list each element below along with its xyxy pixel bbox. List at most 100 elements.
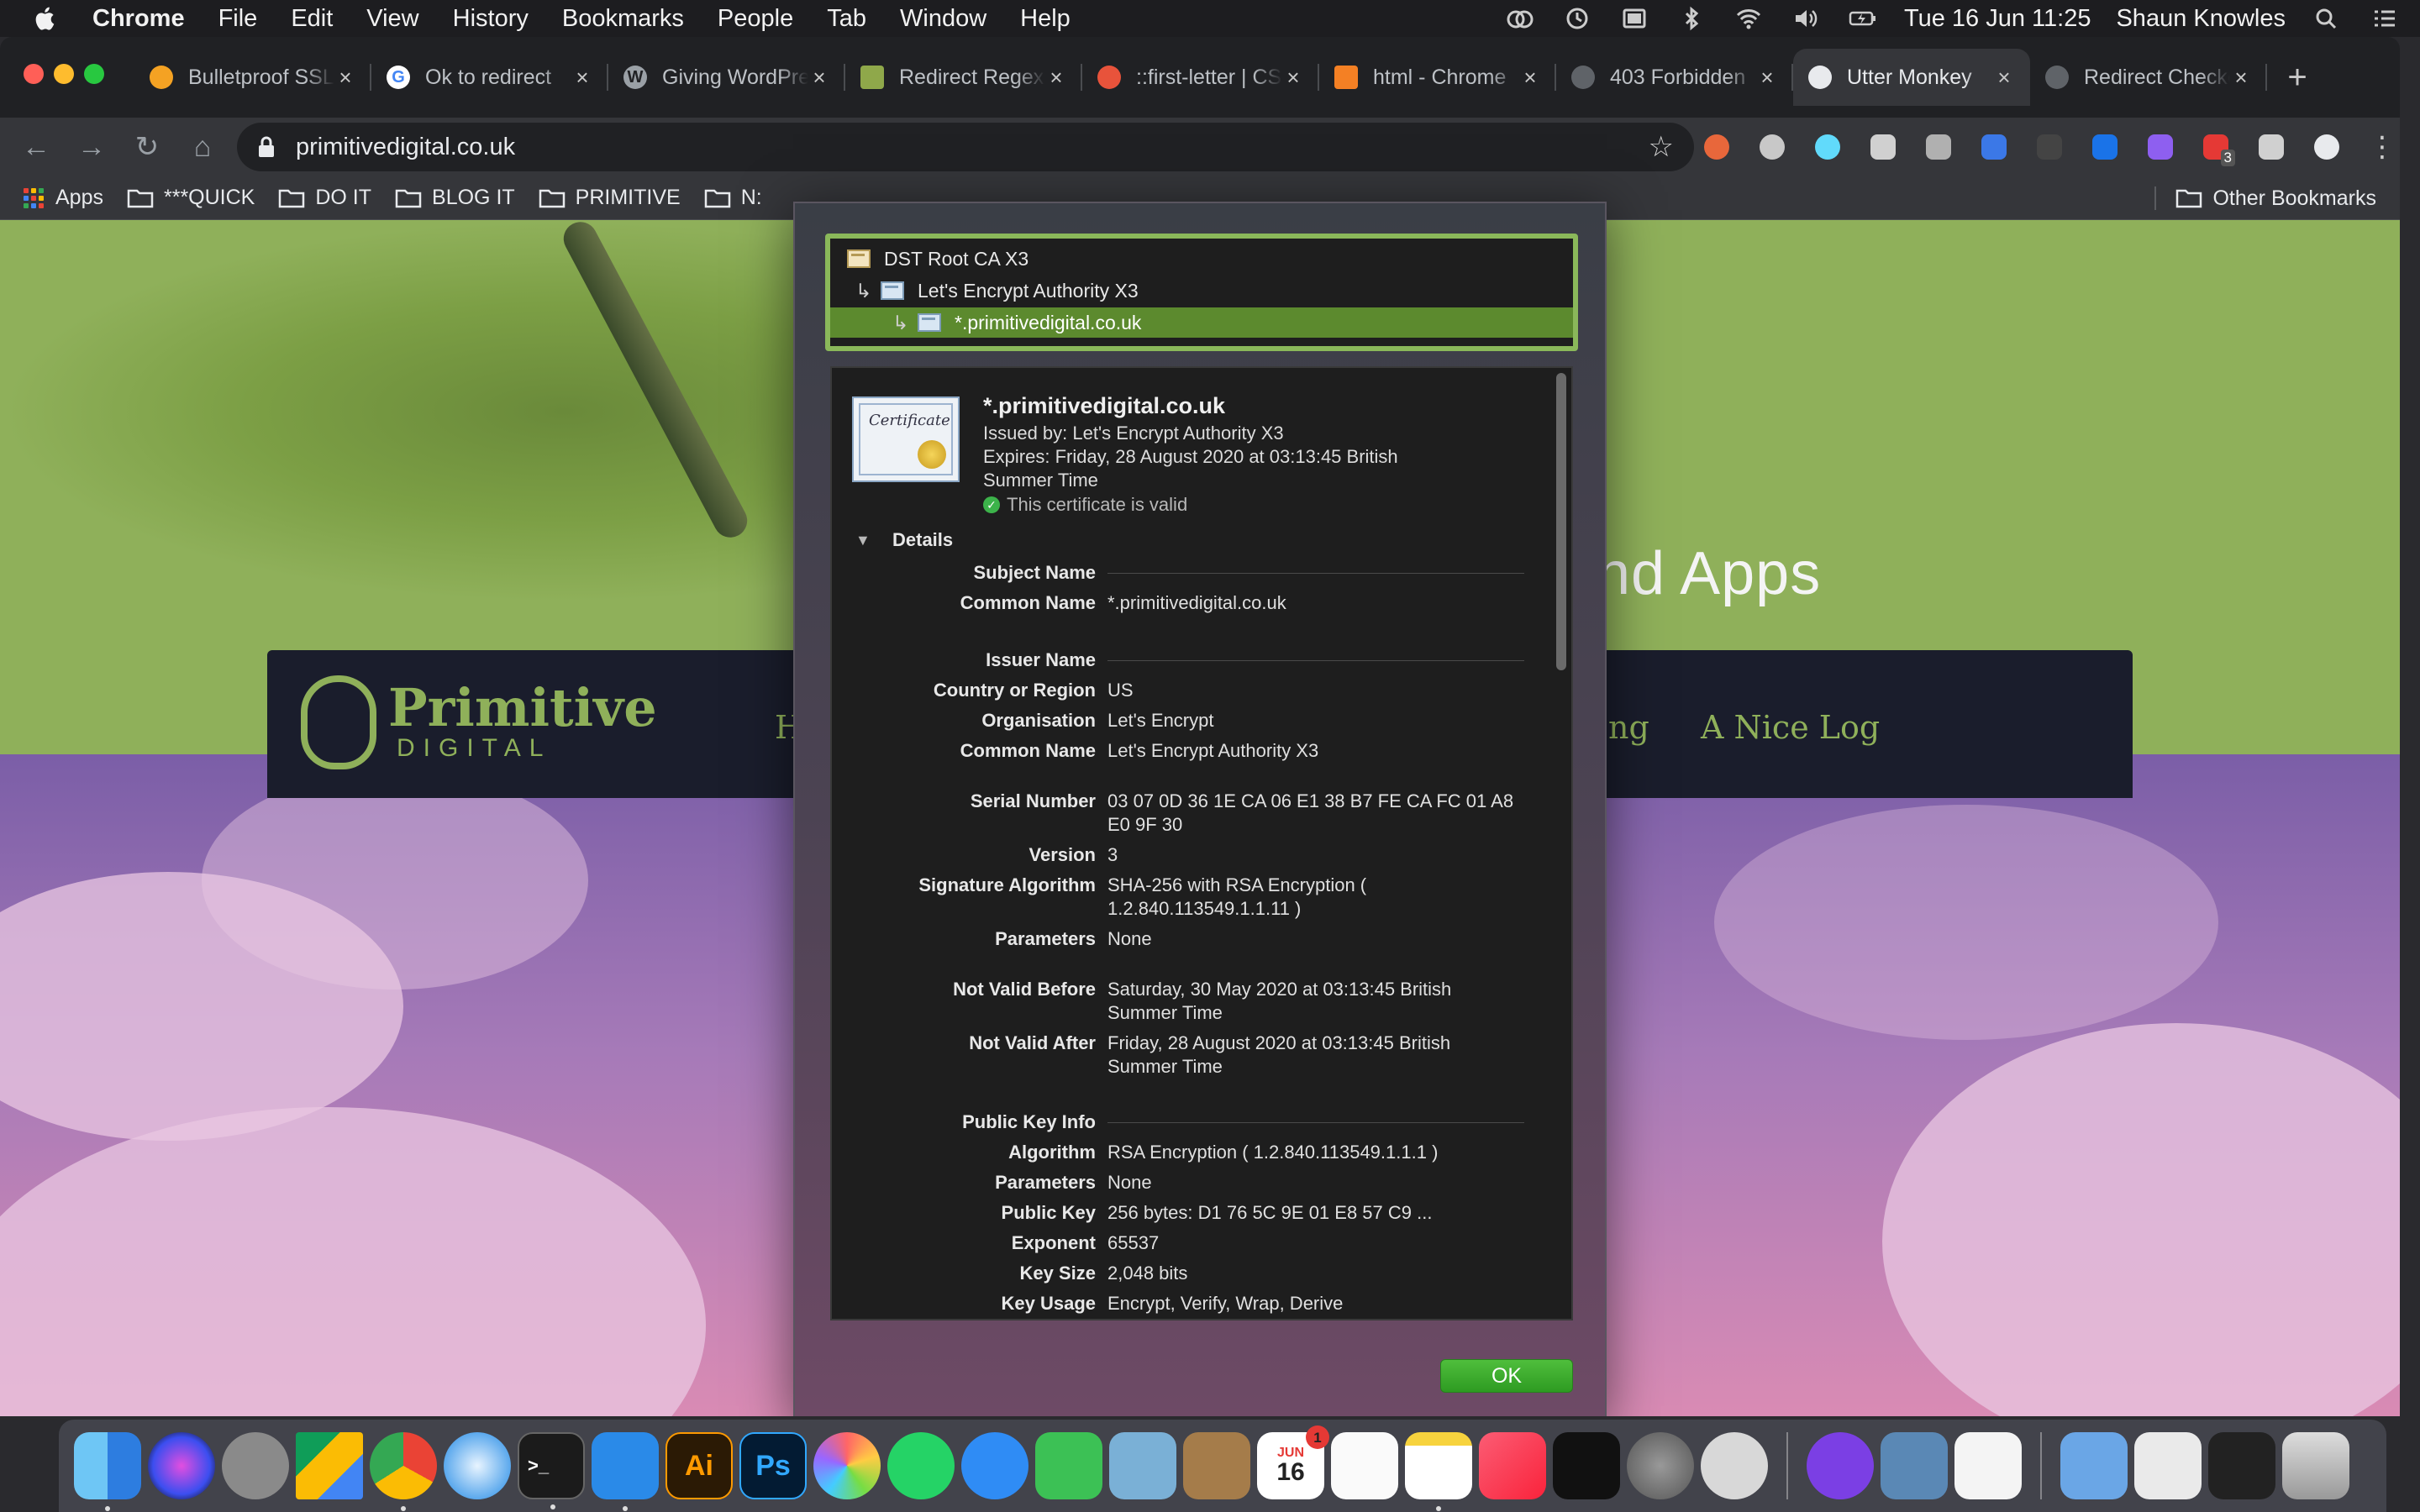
tab-first-letter[interactable]: ::first-letter | CSS × — [1082, 49, 1319, 106]
forward-arrow-icon[interactable]: → — [64, 122, 119, 172]
certificate-detail-panel[interactable]: Certificate *.primitivedigital.co.uk Iss… — [830, 366, 1573, 1320]
system-preferences-icon[interactable] — [1627, 1432, 1694, 1499]
menu-edit[interactable]: Edit — [291, 5, 333, 33]
terminal-icon[interactable]: >_ — [518, 1432, 585, 1509]
siri-icon[interactable] — [148, 1432, 215, 1499]
extension-blue-icon[interactable] — [1975, 128, 2013, 166]
primitive-digital-logo[interactable]: Primitive DIGITAL — [301, 675, 657, 769]
podcast-app-icon[interactable] — [1807, 1432, 1874, 1499]
detail-scrollbar[interactable] — [1556, 373, 1566, 670]
json-viewer-icon[interactable] — [2030, 128, 2069, 166]
display-icon[interactable] — [1618, 6, 1650, 31]
cast-icon[interactable] — [2086, 128, 2124, 166]
extension-purple-icon[interactable] — [2141, 128, 2180, 166]
tab-close-icon[interactable]: × — [1756, 65, 1778, 91]
safari-icon[interactable] — [444, 1432, 511, 1499]
pocket-icon[interactable] — [1864, 128, 1902, 166]
bookmark-folder-blog-it[interactable]: BLOG IT — [395, 186, 515, 210]
time-machine-icon[interactable] — [1561, 6, 1593, 31]
tab-close-icon[interactable]: × — [1282, 65, 1304, 91]
notes-icon[interactable] — [1405, 1432, 1472, 1511]
menu-kebab-icon[interactable]: ⋮ — [2363, 128, 2400, 166]
tab-redirect-checker[interactable]: Redirect Checker × — [2030, 49, 2267, 106]
tab-403-forbidden[interactable]: 403 Forbidden × — [1556, 49, 1793, 106]
menu-history[interactable]: History — [453, 5, 529, 33]
textedit-icon[interactable] — [1954, 1432, 2022, 1499]
reload-icon[interactable]: ↻ — [119, 122, 175, 172]
menu-tab[interactable]: Tab — [827, 5, 866, 33]
nav-link-a-nice-log[interactable]: A Nice Log — [1701, 709, 1880, 746]
menubar-clock[interactable]: Tue 16 Jun 11:25 — [1904, 5, 2091, 33]
battery-icon[interactable] — [1847, 6, 1879, 31]
home-icon[interactable]: ⌂ — [175, 122, 230, 172]
window-minimize-button[interactable] — [54, 64, 74, 84]
tab-close-icon[interactable]: × — [571, 65, 593, 91]
preview-icon[interactable] — [1109, 1432, 1176, 1499]
bookmark-star-icon[interactable]: ☆ — [1649, 130, 1674, 164]
bookmark-apps[interactable]: Apps — [24, 186, 103, 210]
tab-close-icon[interactable]: × — [1993, 65, 2015, 91]
spotlight-search-icon[interactable] — [2311, 6, 2343, 31]
messages-icon[interactable] — [961, 1432, 1028, 1499]
menubar-user[interactable]: Shaun Knowles — [2116, 5, 2286, 33]
chrome-icon[interactable] — [370, 1432, 437, 1511]
menu-file[interactable]: File — [218, 5, 258, 33]
tab-close-icon[interactable]: × — [1519, 65, 1541, 91]
music-icon[interactable] — [1479, 1432, 1546, 1499]
notification-center-icon[interactable] — [2368, 6, 2400, 31]
whatsapp-icon[interactable] — [887, 1432, 955, 1499]
menu-app-chrome[interactable]: Chrome — [92, 5, 185, 33]
illustrator-icon[interactable]: Ai — [666, 1432, 733, 1499]
bookmark-folder-other[interactable]: Other Bookmarks — [2175, 176, 2376, 220]
bluetooth-icon[interactable] — [1676, 6, 1707, 31]
details-disclosure[interactable]: ▼ Details — [855, 529, 953, 551]
camera-icon[interactable] — [1919, 128, 1958, 166]
nav-link-blog[interactable]: ng — [1608, 709, 1649, 746]
bookmark-folder-primitive[interactable]: PRIMITIVE — [539, 186, 681, 210]
menu-window[interactable]: Window — [900, 5, 986, 33]
facetime-icon[interactable] — [1035, 1432, 1102, 1499]
extensions-puzzle-icon[interactable] — [2252, 128, 2291, 166]
volume-icon[interactable] — [1790, 6, 1822, 31]
reminders-icon[interactable] — [1331, 1432, 1398, 1499]
url-text[interactable]: primitivedigital.co.uk — [296, 134, 1649, 161]
window-zoom-button[interactable] — [84, 64, 104, 84]
tab-bulletproof-ssl[interactable]: Bulletproof SSL × — [134, 49, 371, 106]
window-close-button[interactable] — [24, 64, 44, 84]
apple-menu-icon[interactable] — [20, 5, 67, 32]
tab-giving-wordpress[interactable]: W Giving WordPress × — [608, 49, 845, 106]
tab-close-icon[interactable]: × — [1045, 65, 1067, 91]
chain-item-intermediate[interactable]: ↳ Let's Encrypt Authority X3 — [830, 276, 1573, 306]
tab-close-icon[interactable]: × — [808, 65, 830, 91]
disclosure-triangle-icon[interactable]: ▼ — [855, 532, 876, 549]
menu-view[interactable]: View — [366, 5, 418, 33]
bookmark-folder-do-it[interactable]: DO IT — [278, 186, 371, 210]
minimized-window-icon[interactable] — [2134, 1432, 2202, 1499]
profile-avatar-icon[interactable] — [2307, 128, 2346, 166]
extension-gear-icon[interactable] — [1753, 128, 1791, 166]
chain-item-root[interactable]: DST Root CA X3 — [830, 244, 1573, 274]
wifi-icon[interactable] — [1733, 6, 1765, 31]
menu-people[interactable]: People — [718, 5, 793, 33]
bookmark-folder-n[interactable]: N: — [704, 186, 762, 210]
creative-cloud-icon[interactable] — [1504, 6, 1536, 31]
trash-icon[interactable] — [2282, 1432, 2349, 1499]
tab-close-icon[interactable]: × — [2230, 65, 2252, 91]
ok-button[interactable]: OK — [1440, 1359, 1573, 1393]
extension-orange-icon[interactable] — [1697, 128, 1736, 166]
tab-ok-to-redirect[interactable]: G Ok to redirect × — [371, 49, 608, 106]
sequel-pro-icon[interactable] — [1701, 1432, 1768, 1499]
chain-item-leaf[interactable]: ↳ *.primitivedigital.co.uk — [830, 307, 1573, 338]
menu-bookmarks[interactable]: Bookmarks — [562, 5, 684, 33]
folder-stack-icon[interactable] — [2060, 1432, 2128, 1499]
menu-help[interactable]: Help — [1020, 5, 1071, 33]
image-capture-icon[interactable] — [1881, 1432, 1948, 1499]
vscode-icon[interactable] — [592, 1432, 659, 1511]
tab-close-icon[interactable]: × — [334, 65, 356, 91]
bookmark-folder-quick[interactable]: ***QUICK — [127, 186, 255, 210]
minimized-terminal-icon[interactable] — [2208, 1432, 2275, 1499]
photoshop-icon[interactable]: Ps — [739, 1432, 807, 1499]
react-devtools-icon[interactable] — [1808, 128, 1847, 166]
back-arrow-icon[interactable]: ← — [8, 122, 64, 172]
new-tab-button[interactable]: + — [2274, 49, 2321, 106]
